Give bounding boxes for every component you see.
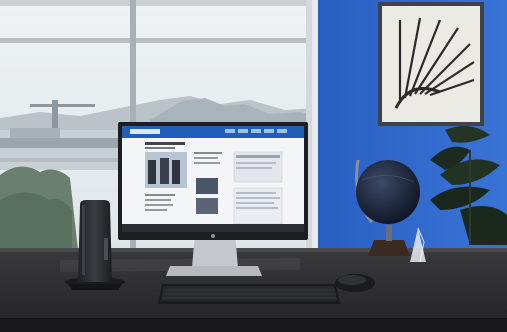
mouse: [335, 274, 375, 292]
scene-illustration: [0, 0, 507, 332]
office-desk-scene: [0, 0, 507, 332]
framed-artwork: [378, 2, 484, 126]
keyboard: [158, 284, 340, 304]
